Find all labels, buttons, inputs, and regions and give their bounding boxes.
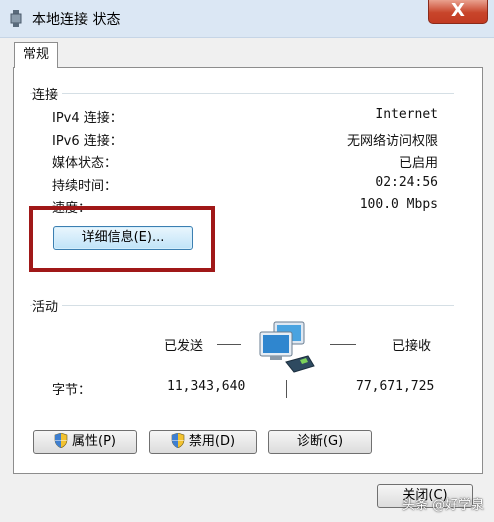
disable-button-label: 禁用(D) [188,434,236,449]
watermark: 头条 @好学泉 [402,498,485,513]
network-connection-icon [10,10,22,27]
window-close-button[interactable]: X [428,0,488,24]
disable-button[interactable]: 禁用(D) [149,430,257,454]
ipv4-value: Internet [375,107,438,122]
duration-label: 持续时间： [52,179,118,194]
activity-cable-line [286,380,287,398]
bytes-received-value: 77,671,725 [356,379,435,394]
uac-shield-icon [171,433,185,448]
sent-label: 已发送 [164,339,204,354]
title-bar: 本地连接 状态 X [0,0,494,38]
ipv6-value: 无网络访问权限 [346,134,438,149]
bytes-sent-value: 11,343,640 [167,379,246,394]
media-state-value: 已启用 [398,156,438,171]
properties-button-label: 属性(P) [72,434,116,449]
connection-group-divider [30,93,454,94]
ipv4-label: IPv4 连接： [52,111,123,126]
activity-heading: 活动 [32,296,63,315]
duration-value: 02:24:56 [375,175,438,190]
details-button[interactable]: 详细信息(E)... [53,226,193,250]
tab-general[interactable]: 常规 [14,42,58,68]
speed-value: 100.0 Mbps [359,197,438,212]
bytes-label: 字节： [52,383,92,398]
uac-shield-icon [54,433,68,448]
connection-heading: 连接 [32,84,63,103]
diagnose-button[interactable]: 诊断(G) [268,430,372,454]
network-computers-icon [259,321,315,373]
activity-group-divider [30,305,454,306]
media-state-label: 媒体状态： [52,156,118,171]
ipv6-label: IPv6 连接： [52,134,123,149]
properties-button[interactable]: 属性(P) [33,430,137,454]
received-label: 已接收 [392,339,432,354]
received-dash-line [330,344,356,345]
sent-dash-line [217,344,241,345]
window-title: 本地连接 状态 [32,12,121,28]
